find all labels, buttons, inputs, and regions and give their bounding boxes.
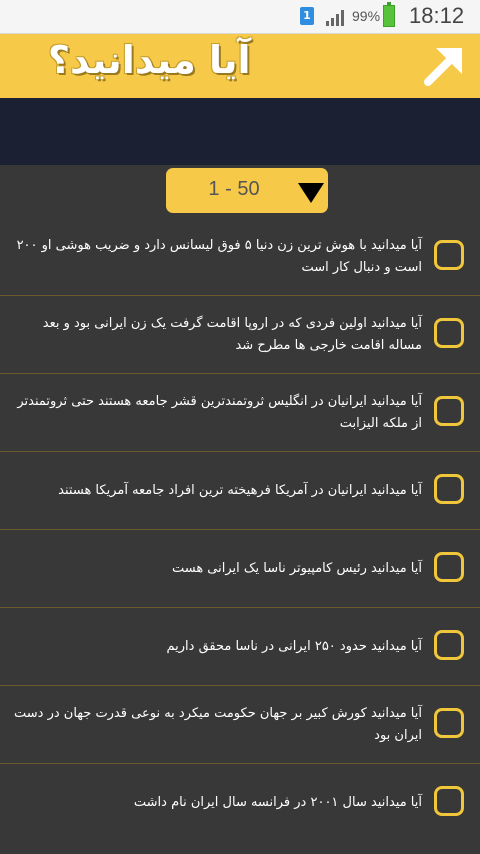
list-item-text: آیا میدانید ایرانیان در انگلیس ثروتمندتر… (17, 393, 422, 431)
item-checkbox[interactable] (434, 318, 464, 348)
list-item-text: آیا میدانید کورش کبیر بر جهان حکومت میکر… (14, 705, 422, 743)
caret-down-icon (298, 183, 324, 203)
status-time: 18:12 (409, 3, 465, 28)
list-item[interactable]: آیا میدانید با هوش ترین زن دنیا ۵ فوق لی… (0, 218, 480, 296)
list-item[interactable]: آیا میدانید سال ۲۰۰۱ در فرانسه سال ایران… (0, 764, 480, 842)
list-item-text: آیا میدانید ایرانیان در آمریکا فرهیخته ت… (58, 482, 422, 498)
list-item[interactable]: آیا میدانید رئیس کامپیوتر ناسا یک ایرانی… (0, 530, 480, 608)
item-checkbox[interactable] (434, 708, 464, 738)
battery-icon (383, 2, 395, 27)
page-title: آیا میدانید؟ (48, 38, 251, 82)
list-item[interactable]: آیا میدانید اولین فردی که در اروپا اقامت… (0, 296, 480, 374)
notification-icon: 1 (300, 7, 314, 25)
status-bar: 1 99% 18:12 (0, 0, 480, 34)
item-checkbox[interactable] (434, 240, 464, 270)
range-value: 1 - 50 (208, 178, 260, 200)
item-checkbox[interactable] (434, 630, 464, 660)
header-band (0, 98, 480, 165)
item-checkbox[interactable] (434, 474, 464, 504)
item-checkbox[interactable] (434, 396, 464, 426)
facts-list: آیا میدانید با هوش ترین زن دنیا ۵ فوق لی… (0, 218, 480, 842)
list-item-text: آیا میدانید رئیس کامپیوتر ناسا یک ایرانی… (171, 560, 422, 576)
list-item-text: آیا میدانید با هوش ترین زن دنیا ۵ فوق لی… (16, 237, 422, 275)
list-item[interactable]: آیا میدانید حدود ۲۵۰ ایرانی در ناسا محقق… (0, 608, 480, 686)
app-header: آیا میدانید؟ (0, 34, 480, 98)
signal-icon (326, 10, 344, 26)
range-select[interactable]: 1 - 50 (166, 168, 328, 213)
list-item[interactable]: آیا میدانید ایرانیان در آمریکا فرهیخته ت… (0, 452, 480, 530)
list-item[interactable]: آیا میدانید ایرانیان در انگلیس ثروتمندتر… (0, 374, 480, 452)
list-item-text: آیا میدانید سال ۲۰۰۱ در فرانسه سال ایران… (133, 795, 422, 810)
item-checkbox[interactable] (434, 786, 464, 816)
list-item-text: آیا میدانید اولین فردی که در اروپا اقامت… (42, 315, 422, 353)
battery-percent: 99% (352, 8, 381, 24)
list-item-text: آیا میدانید حدود ۲۵۰ ایرانی در ناسا محقق… (166, 638, 422, 654)
arrow-up-right-icon[interactable] (420, 42, 468, 90)
item-checkbox[interactable] (434, 552, 464, 582)
list-item[interactable]: آیا میدانید کورش کبیر بر جهان حکومت میکر… (0, 686, 480, 764)
